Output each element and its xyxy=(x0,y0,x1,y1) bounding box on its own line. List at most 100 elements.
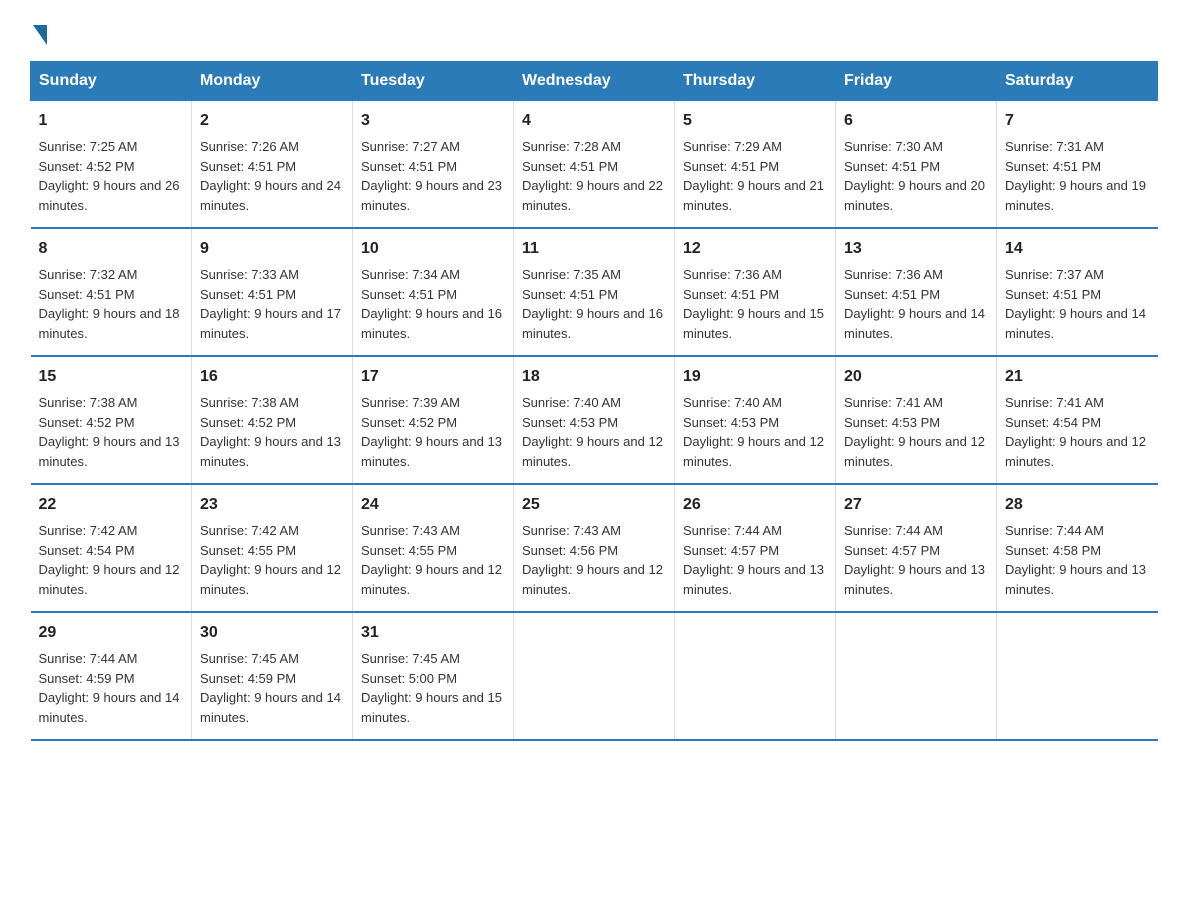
day-number: 4 xyxy=(522,109,666,133)
daylight-info: Daylight: 9 hours and 18 minutes. xyxy=(39,306,180,341)
day-number: 8 xyxy=(39,237,184,261)
day-cell: 4 Sunrise: 7:28 AM Sunset: 4:51 PM Dayli… xyxy=(514,101,675,229)
day-number: 21 xyxy=(1005,365,1150,389)
sunrise-info: Sunrise: 7:42 AM xyxy=(39,523,138,538)
sunrise-info: Sunrise: 7:35 AM xyxy=(522,267,621,282)
day-number: 13 xyxy=(844,237,988,261)
day-cell: 5 Sunrise: 7:29 AM Sunset: 4:51 PM Dayli… xyxy=(675,101,836,229)
sunrise-info: Sunrise: 7:44 AM xyxy=(844,523,943,538)
sunrise-info: Sunrise: 7:31 AM xyxy=(1005,139,1104,154)
daylight-info: Daylight: 9 hours and 23 minutes. xyxy=(361,178,502,213)
day-number: 16 xyxy=(200,365,344,389)
day-number: 30 xyxy=(200,621,344,645)
day-number: 31 xyxy=(361,621,505,645)
sunset-info: Sunset: 4:53 PM xyxy=(683,415,779,430)
day-number: 7 xyxy=(1005,109,1150,133)
sunset-info: Sunset: 4:59 PM xyxy=(39,671,135,686)
sunrise-info: Sunrise: 7:45 AM xyxy=(361,651,460,666)
week-row-2: 8 Sunrise: 7:32 AM Sunset: 4:51 PM Dayli… xyxy=(31,228,1158,356)
logo xyxy=(30,20,47,41)
day-cell: 18 Sunrise: 7:40 AM Sunset: 4:53 PM Dayl… xyxy=(514,356,675,484)
day-header-row: SundayMondayTuesdayWednesdayThursdayFrid… xyxy=(31,62,1158,101)
day-cell: 21 Sunrise: 7:41 AM Sunset: 4:54 PM Dayl… xyxy=(997,356,1158,484)
day-cell: 20 Sunrise: 7:41 AM Sunset: 4:53 PM Dayl… xyxy=(836,356,997,484)
daylight-info: Daylight: 9 hours and 14 minutes. xyxy=(844,306,985,341)
daylight-info: Daylight: 9 hours and 12 minutes. xyxy=(683,434,824,469)
sunrise-info: Sunrise: 7:34 AM xyxy=(361,267,460,282)
sunrise-info: Sunrise: 7:40 AM xyxy=(522,395,621,410)
day-number: 18 xyxy=(522,365,666,389)
day-number: 12 xyxy=(683,237,827,261)
sunset-info: Sunset: 4:51 PM xyxy=(844,287,940,302)
day-cell: 17 Sunrise: 7:39 AM Sunset: 4:52 PM Dayl… xyxy=(353,356,514,484)
week-row-4: 22 Sunrise: 7:42 AM Sunset: 4:54 PM Dayl… xyxy=(31,484,1158,612)
sunset-info: Sunset: 4:51 PM xyxy=(683,287,779,302)
sunset-info: Sunset: 4:57 PM xyxy=(844,543,940,558)
daylight-info: Daylight: 9 hours and 24 minutes. xyxy=(200,178,341,213)
sunrise-info: Sunrise: 7:41 AM xyxy=(844,395,943,410)
day-number: 1 xyxy=(39,109,184,133)
day-number: 29 xyxy=(39,621,184,645)
daylight-info: Daylight: 9 hours and 13 minutes. xyxy=(200,434,341,469)
sunrise-info: Sunrise: 7:28 AM xyxy=(522,139,621,154)
day-cell xyxy=(514,612,675,740)
sunset-info: Sunset: 4:55 PM xyxy=(200,543,296,558)
daylight-info: Daylight: 9 hours and 19 minutes. xyxy=(1005,178,1146,213)
daylight-info: Daylight: 9 hours and 12 minutes. xyxy=(522,434,663,469)
sunset-info: Sunset: 4:52 PM xyxy=(200,415,296,430)
sunset-info: Sunset: 5:00 PM xyxy=(361,671,457,686)
day-number: 23 xyxy=(200,493,344,517)
day-number: 27 xyxy=(844,493,988,517)
sunrise-info: Sunrise: 7:27 AM xyxy=(361,139,460,154)
sunset-info: Sunset: 4:51 PM xyxy=(1005,287,1101,302)
day-number: 25 xyxy=(522,493,666,517)
day-cell: 13 Sunrise: 7:36 AM Sunset: 4:51 PM Dayl… xyxy=(836,228,997,356)
day-cell: 22 Sunrise: 7:42 AM Sunset: 4:54 PM Dayl… xyxy=(31,484,192,612)
daylight-info: Daylight: 9 hours and 12 minutes. xyxy=(361,562,502,597)
day-cell: 25 Sunrise: 7:43 AM Sunset: 4:56 PM Dayl… xyxy=(514,484,675,612)
sunrise-info: Sunrise: 7:38 AM xyxy=(39,395,138,410)
sunset-info: Sunset: 4:59 PM xyxy=(200,671,296,686)
sunset-info: Sunset: 4:51 PM xyxy=(522,287,618,302)
sunset-info: Sunset: 4:52 PM xyxy=(39,415,135,430)
day-cell: 1 Sunrise: 7:25 AM Sunset: 4:52 PM Dayli… xyxy=(31,101,192,229)
day-number: 10 xyxy=(361,237,505,261)
sunrise-info: Sunrise: 7:45 AM xyxy=(200,651,299,666)
day-number: 22 xyxy=(39,493,184,517)
sunset-info: Sunset: 4:52 PM xyxy=(39,159,135,174)
sunset-info: Sunset: 4:51 PM xyxy=(361,287,457,302)
logo-arrow-icon xyxy=(33,25,47,45)
sunrise-info: Sunrise: 7:42 AM xyxy=(200,523,299,538)
day-cell: 11 Sunrise: 7:35 AM Sunset: 4:51 PM Dayl… xyxy=(514,228,675,356)
day-cell: 30 Sunrise: 7:45 AM Sunset: 4:59 PM Dayl… xyxy=(192,612,353,740)
sunrise-info: Sunrise: 7:36 AM xyxy=(844,267,943,282)
sunset-info: Sunset: 4:55 PM xyxy=(361,543,457,558)
daylight-info: Daylight: 9 hours and 13 minutes. xyxy=(361,434,502,469)
daylight-info: Daylight: 9 hours and 13 minutes. xyxy=(844,562,985,597)
day-header-thursday: Thursday xyxy=(675,62,836,101)
sunrise-info: Sunrise: 7:44 AM xyxy=(683,523,782,538)
daylight-info: Daylight: 9 hours and 21 minutes. xyxy=(683,178,824,213)
sunset-info: Sunset: 4:51 PM xyxy=(361,159,457,174)
day-cell: 2 Sunrise: 7:26 AM Sunset: 4:51 PM Dayli… xyxy=(192,101,353,229)
day-cell: 26 Sunrise: 7:44 AM Sunset: 4:57 PM Dayl… xyxy=(675,484,836,612)
day-cell: 15 Sunrise: 7:38 AM Sunset: 4:52 PM Dayl… xyxy=(31,356,192,484)
day-number: 24 xyxy=(361,493,505,517)
sunrise-info: Sunrise: 7:38 AM xyxy=(200,395,299,410)
daylight-info: Daylight: 9 hours and 13 minutes. xyxy=(683,562,824,597)
sunrise-info: Sunrise: 7:37 AM xyxy=(1005,267,1104,282)
day-cell: 10 Sunrise: 7:34 AM Sunset: 4:51 PM Dayl… xyxy=(353,228,514,356)
day-cell: 24 Sunrise: 7:43 AM Sunset: 4:55 PM Dayl… xyxy=(353,484,514,612)
day-cell: 16 Sunrise: 7:38 AM Sunset: 4:52 PM Dayl… xyxy=(192,356,353,484)
day-cell: 7 Sunrise: 7:31 AM Sunset: 4:51 PM Dayli… xyxy=(997,101,1158,229)
daylight-info: Daylight: 9 hours and 12 minutes. xyxy=(844,434,985,469)
daylight-info: Daylight: 9 hours and 16 minutes. xyxy=(361,306,502,341)
sunset-info: Sunset: 4:51 PM xyxy=(200,159,296,174)
daylight-info: Daylight: 9 hours and 14 minutes. xyxy=(39,690,180,725)
sunrise-info: Sunrise: 7:25 AM xyxy=(39,139,138,154)
day-header-monday: Monday xyxy=(192,62,353,101)
sunset-info: Sunset: 4:51 PM xyxy=(683,159,779,174)
sunrise-info: Sunrise: 7:41 AM xyxy=(1005,395,1104,410)
daylight-info: Daylight: 9 hours and 20 minutes. xyxy=(844,178,985,213)
sunrise-info: Sunrise: 7:32 AM xyxy=(39,267,138,282)
